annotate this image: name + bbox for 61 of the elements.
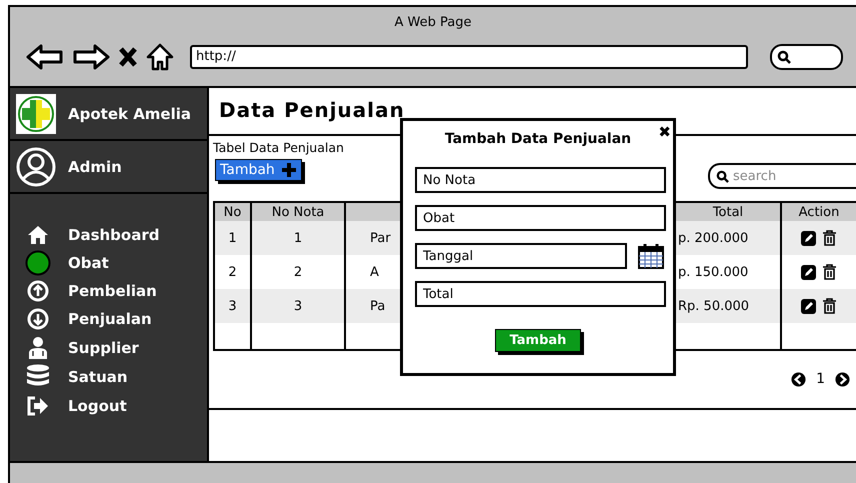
sidebar-item[interactable]: Satuan <box>68 368 128 386</box>
input-field[interactable]: Tanggal <box>415 243 627 269</box>
table-cell: Par <box>370 230 391 246</box>
arrow-down-circle-icon <box>27 308 49 330</box>
dot-icon <box>25 250 51 276</box>
search-placeholder: search <box>733 168 776 184</box>
sidebar-item[interactable]: Penjualan <box>68 310 152 328</box>
logo-icon <box>16 94 56 134</box>
table-cell: 2 <box>294 264 302 280</box>
close-button[interactable]: ✖ <box>658 123 671 141</box>
edit-icon[interactable] <box>801 298 816 314</box>
table-cell: p. 150.000 <box>678 264 748 280</box>
search-field[interactable]: search <box>708 163 856 189</box>
person-icon <box>27 336 49 360</box>
table-cell: 2 <box>228 264 237 280</box>
table-cell: 1 <box>228 230 237 246</box>
table-cell: Rp. 50.000 <box>678 298 750 314</box>
user-name: Admin <box>68 158 122 176</box>
plus-icon <box>280 162 297 178</box>
table-cell: p. 200.000 <box>678 230 748 246</box>
trash-icon[interactable] <box>822 230 837 246</box>
trash-icon[interactable] <box>822 298 837 314</box>
search-icon <box>777 50 791 64</box>
column-header: Action <box>798 204 840 221</box>
close-icon[interactable] <box>118 46 138 68</box>
previous-page-icon[interactable] <box>791 372 806 386</box>
table-cell: 1 <box>294 230 302 246</box>
user-avatar-icon <box>16 146 56 186</box>
edit-icon[interactable] <box>801 230 816 246</box>
forward-icon[interactable] <box>72 43 110 71</box>
input-field[interactable]: Total <box>415 281 666 307</box>
window-title: A Web Page <box>394 14 472 32</box>
sidebar-item[interactable]: Pembelian <box>68 282 157 300</box>
url-field[interactable]: http:// <box>190 45 748 69</box>
input-field[interactable]: Obat <box>415 205 666 231</box>
trash-icon[interactable] <box>822 264 837 280</box>
add-button[interactable]: Tambah <box>215 159 302 181</box>
next-page-icon[interactable] <box>835 372 850 386</box>
arrow-up-circle-icon <box>27 280 49 302</box>
home-icon[interactable] <box>146 43 174 71</box>
calendar-icon[interactable] <box>637 242 665 270</box>
sidebar-item[interactable]: Supplier <box>68 338 139 356</box>
brand-name: Apotek Amelia <box>68 104 192 122</box>
page-number[interactable]: 1 <box>816 371 825 387</box>
sidebar-item[interactable]: Dashboard <box>68 226 160 244</box>
table-cell: 3 <box>228 298 237 314</box>
table-cell: 3 <box>294 298 302 314</box>
input-field[interactable]: No Nota <box>415 167 666 193</box>
table-cell: A <box>370 264 379 280</box>
dialog-title: Tambah Data Penjualan <box>444 130 632 147</box>
table-title: Tabel Data Penjualan <box>213 140 344 155</box>
browser-search-field[interactable] <box>770 44 843 70</box>
sidebar-item[interactable]: Logout <box>68 396 127 414</box>
search-icon <box>716 170 729 182</box>
submit-button[interactable]: Tambah <box>494 329 582 352</box>
house-icon <box>27 224 49 244</box>
logout-icon <box>27 396 49 416</box>
table-cell: Pa <box>370 298 386 314</box>
back-icon[interactable] <box>26 43 64 71</box>
sidebar-item[interactable]: Obat <box>68 254 109 272</box>
edit-icon[interactable] <box>801 264 816 280</box>
